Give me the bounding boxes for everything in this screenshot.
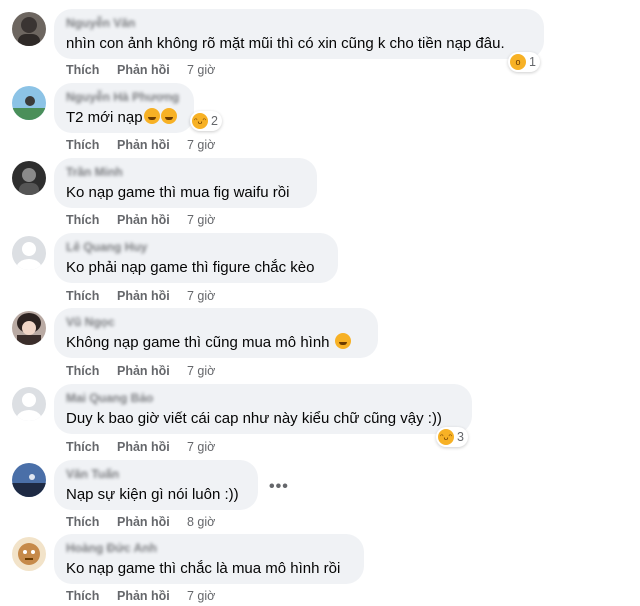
like-button[interactable]: Thích [66,289,117,305]
comment-text: Duy k bao giờ viết cái cap như này kiểu … [66,410,442,427]
comment-text: nhìn con ảnh không rõ mặt mũi thì có xin… [66,35,505,52]
comment-text-content: Không nạp game thì cũng mua mô hình [66,334,330,351]
reaction-number: 3 [457,430,464,444]
avatar[interactable] [12,161,46,195]
comment-text-content: T2 mới nạp [66,109,143,126]
comment-actions: Thích Phản hồi 7 giờ [66,440,215,456]
comment-bubble: Nguyễn Hà Phương T2 mới nạp [54,83,194,133]
reaction-number: 1 [529,55,536,69]
timestamp[interactable]: 7 giờ [187,364,215,380]
comment-bubble: Vũ Ngọc Không nạp game thì cũng mua mô h… [54,308,378,358]
haha-face-icon: ᵔᴗᵔ [192,113,208,129]
reaction-count[interactable]: ᵔᴗᵔ 3 [436,427,468,447]
commenter-name[interactable]: Hoàng Đức Anh [66,541,352,555]
commenter-name[interactable]: Mai Quang Bảo [66,391,460,405]
reply-button[interactable]: Phản hồi [117,515,187,531]
comment-actions: Thích Phản hồi 7 giờ [66,364,215,380]
comment-text: Ko phải nạp game thì figure chắc kèo [66,259,315,276]
timestamp[interactable]: 7 giờ [187,589,215,605]
comment-actions: Thích Phản hồi 7 giờ [66,589,215,605]
comment-bubble: Văn Tuấn Nạp sự kiện gì nói luôn :)) [54,460,258,510]
pleading-emoji-icon [334,333,351,349]
comment-actions: Thích Phản hồi 7 giờ [66,138,215,154]
more-options-icon[interactable]: ••• [269,478,289,496]
commenter-name[interactable]: Lê Quang Huy [66,240,326,254]
avatar-image [12,161,46,195]
avatar[interactable] [12,463,46,497]
comment-bubble: Lê Quang Huy Ko phải nạp game thì figure… [54,233,338,283]
timestamp[interactable]: 7 giờ [187,138,215,154]
avatar[interactable] [12,387,46,421]
comment-actions: Thích Phản hồi 8 giờ [66,515,215,531]
comment-bubble: Nguyễn Văn nhìn con ảnh không rõ mặt mũi… [54,9,544,59]
commenter-name[interactable]: Vũ Ngọc [66,315,366,329]
reply-button[interactable]: Phản hồi [117,289,187,305]
wow-face-icon: o [510,54,526,70]
comment-actions: Thích Phản hồi 7 giờ [66,63,215,79]
reply-button[interactable]: Phản hồi [117,364,187,380]
timestamp[interactable]: 8 giờ [187,515,215,531]
commenter-name[interactable]: Văn Tuấn [66,467,246,481]
haha-face-icon: ᵔᴗᵔ [438,429,454,445]
avatar-image [12,311,46,345]
avatar-image [12,537,46,571]
avatar-image [12,463,46,497]
comment-text: Không nạp game thì cũng mua mô hình [66,333,366,353]
reply-button[interactable]: Phản hồi [117,138,187,154]
comment-bubble: Hoàng Đức Anh Ko nạp game thì chắc là mu… [54,534,364,584]
laughing-emoji-icon [143,108,160,124]
laughing-emoji-icon [160,108,177,124]
reply-button[interactable]: Phản hồi [117,440,187,456]
avatar-image [12,86,46,120]
like-button[interactable]: Thích [66,589,117,605]
comment-bubble: Trần Minh Ko nạp game thì mua fig waifu … [54,158,317,208]
default-avatar-icon [12,236,46,270]
reaction-count[interactable]: ᵔᴗᵔ 2 [190,111,222,131]
like-button[interactable]: Thích [66,138,117,154]
reply-button[interactable]: Phản hồi [117,589,187,605]
comment-actions: Thích Phản hồi 7 giờ [66,213,215,229]
reply-button[interactable]: Phản hồi [117,63,187,79]
comment-bubble: Mai Quang Bảo Duy k bao giờ viết cái cap… [54,384,472,434]
timestamp[interactable]: 7 giờ [187,213,215,229]
like-button[interactable]: Thích [66,213,117,229]
avatar[interactable] [12,236,46,270]
commenter-name[interactable]: Nguyễn Hà Phương [66,90,182,104]
timestamp[interactable]: 7 giờ [187,63,215,79]
reaction-number: 2 [211,114,218,128]
default-avatar-icon [12,387,46,421]
avatar[interactable] [12,537,46,571]
comment-text: Nạp sự kiện gì nói luôn :)) [66,486,239,503]
reaction-count[interactable]: o 1 [508,52,540,72]
comment-text: Ko nạp game thì chắc là mua mô hình rồi [66,560,341,577]
reply-button[interactable]: Phản hồi [117,213,187,229]
commenter-name[interactable]: Nguyễn Văn [66,16,532,30]
commenter-name[interactable]: Trần Minh [66,165,305,179]
like-button[interactable]: Thích [66,515,117,531]
timestamp[interactable]: 7 giờ [187,440,215,456]
avatar[interactable] [12,311,46,345]
like-button[interactable]: Thích [66,63,117,79]
like-button[interactable]: Thích [66,440,117,456]
timestamp[interactable]: 7 giờ [187,289,215,305]
comment-actions: Thích Phản hồi 7 giờ [66,289,215,305]
avatar-image [12,12,46,46]
like-button[interactable]: Thích [66,364,117,380]
comment-text: T2 mới nạp [66,108,182,128]
comment-text: Ko nạp game thì mua fig waifu rồi [66,184,290,201]
avatar[interactable] [12,12,46,46]
avatar[interactable] [12,86,46,120]
